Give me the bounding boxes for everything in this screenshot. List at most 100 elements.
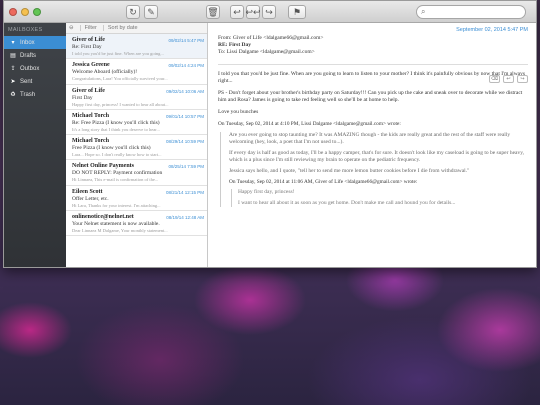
zoom-window-button[interactable] xyxy=(33,7,41,16)
quoted-message: Are you ever going to stop taunting me? … xyxy=(220,131,528,207)
sidebar-item-label: Inbox xyxy=(20,39,35,46)
sidebar-item-outbox[interactable]: ⇪ Outbox xyxy=(4,62,66,75)
drafts-icon: ▤ xyxy=(10,52,16,59)
reply-all-button[interactable]: ↩↩ xyxy=(245,5,261,19)
message-from: From: Giver of Life <ldalgame66@gmail.co… xyxy=(218,35,324,41)
toolbar: ↻ ✎ 🗑 ↩ ↩↩ ↪ ⚑ ⌕ xyxy=(4,1,536,23)
item-date: 08/25/14 7:59 PM xyxy=(168,164,204,170)
item-date: 08/19/14 12:48 AM xyxy=(166,215,204,221)
sidebar-item-label: Trash xyxy=(20,91,36,98)
list-item[interactable]: onlinenotice@nelnet.net 08/19/14 12:48 A… xyxy=(66,211,207,237)
filter-button[interactable]: Filter xyxy=(79,25,97,31)
item-subject: Re: Free Pizza (I know you'll click this… xyxy=(72,119,160,126)
quote-paragraph: Are you ever going to stop taunting me? … xyxy=(229,131,511,145)
trash-icon: ♻ xyxy=(10,91,16,98)
item-subject: Offer Letter, etc. xyxy=(72,195,109,202)
sort-button[interactable]: Sort by date xyxy=(102,25,138,31)
item-date: 09/02/14 4:24 PM xyxy=(168,63,204,69)
message-header: From: Giver of Life <ldalgame66@gmail.co… xyxy=(218,35,528,56)
list-item[interactable]: Michael Torch 08/29/14 10:59 PM Free Piz… xyxy=(66,135,207,161)
list-item[interactable]: Michael Torch 09/01/14 10:57 PM Re: Free… xyxy=(66,110,207,136)
item-preview: It's a long story that I think you deser… xyxy=(72,126,160,132)
quote-paragraph: Happy first day, princess! xyxy=(238,189,295,195)
message-body: I told you that you'd be just fine. When… xyxy=(218,71,528,207)
forward-button[interactable]: ↪ xyxy=(262,5,276,19)
compose-button[interactable]: ✎ xyxy=(144,5,158,19)
item-subject: Re: First Day xyxy=(72,44,102,50)
item-date: 09/01/14 10:57 PM xyxy=(165,113,204,119)
list-header: ⊖ Filter Sort by date xyxy=(66,23,207,34)
sidebar: MAILBOXES ▾ Inbox ▤ Drafts ⇪ Outbox ➤ Se… xyxy=(4,23,66,267)
sidebar-item-label: Sent xyxy=(20,78,33,85)
sidebar-item-drafts[interactable]: ▤ Drafts xyxy=(4,49,66,62)
item-preview: Congratulations, Lara! You officially su… xyxy=(72,76,168,82)
minimize-window-button[interactable] xyxy=(21,7,29,16)
message-actions: ⌫ ↩ ↪ xyxy=(489,75,528,83)
refresh-icon: ↻ xyxy=(129,6,137,17)
sidebar-item-inbox[interactable]: ▾ Inbox xyxy=(4,36,66,49)
quote-paragraph: Jessica says hello, and I quote, "tell h… xyxy=(229,167,470,174)
sidebar-item-trash[interactable]: ♻ Trash xyxy=(4,88,66,101)
trash-icon: 🗑 xyxy=(207,6,219,17)
window-controls xyxy=(9,7,41,16)
forward-icon: ↪ xyxy=(520,77,525,82)
item-date: 09/02/14 10:06 AM xyxy=(166,88,204,94)
item-date: 09/02/14 5:47 PM xyxy=(168,38,204,43)
item-subject: Your Nelnet statement is now available. xyxy=(72,221,160,228)
sidebar-header: MAILBOXES xyxy=(8,27,43,33)
flag-icon: ⚑ xyxy=(292,6,302,17)
get-mail-button[interactable]: ↻ xyxy=(126,5,140,19)
reply-button[interactable]: ↩ xyxy=(230,5,244,19)
quote-paragraph: If every day is half as good as today, I… xyxy=(229,149,524,163)
trash-icon: ⌫ xyxy=(490,77,499,82)
reply-message-button[interactable]: ↩ xyxy=(503,75,514,83)
item-preview: Hi Linnaea, This e-mail is confirmation … xyxy=(72,177,159,183)
list-item[interactable]: Giver of Life 09/02/14 5:47 PM Re: First… xyxy=(66,34,207,60)
message-to: To: Lissi Dalgame <ldalgame@gmail.com> xyxy=(218,49,315,55)
reply-all-icon: ↩↩ xyxy=(245,6,261,17)
item-preview: Dear Linnaea M Dalgame, Your monthly sta… xyxy=(72,228,168,234)
body-paragraph: I told you that you'd be just fine. When… xyxy=(218,71,526,84)
message-subject: RE: First Day xyxy=(218,42,251,48)
item-date: 08/29/14 10:59 PM xyxy=(165,139,204,145)
list-item[interactable]: Nelnet Online Payments 08/25/14 7:59 PM … xyxy=(66,160,207,186)
quote-paragraph: I want to hear all about it as soon as y… xyxy=(238,200,456,206)
item-preview: Hi Lara, Thanks for your interest. I'm a… xyxy=(72,202,161,208)
search-input[interactable]: ⌕ xyxy=(416,5,526,19)
sent-icon: ➤ xyxy=(10,78,16,85)
item-preview: Lara... Hope so. I don't really know how… xyxy=(72,152,162,158)
item-subject: Free Pizza (I know you'll click this) xyxy=(72,145,151,152)
item-preview: I told you you'd be just fine. When are … xyxy=(72,51,164,56)
list-item[interactable]: Eileen Scott 08/21/14 12:15 PM Offer Let… xyxy=(66,186,207,212)
item-date: 08/21/14 12:15 PM xyxy=(165,189,204,195)
outbox-icon: ⇪ xyxy=(10,65,16,72)
item-subject: First Day xyxy=(72,94,93,101)
forward-message-button[interactable]: ↪ xyxy=(517,75,528,83)
flag-button[interactable]: ⚑ xyxy=(288,5,306,19)
item-subject: Welcome Aboard (officially)! xyxy=(72,69,138,76)
body-paragraph: PS - Don't forget about your brother's b… xyxy=(218,90,523,103)
forward-icon: ↪ xyxy=(265,6,273,17)
quote-header: On Tuesday, Sep 02, 2014 at 11:06 AM, Gi… xyxy=(229,178,418,185)
nested-quote: Happy first day, princess! I want to hea… xyxy=(231,189,528,207)
list-item[interactable]: Jessica Greene 09/02/14 4:24 PM Welcome … xyxy=(66,59,207,85)
item-subject: DO NOT REPLY: Payment confirmation xyxy=(72,170,163,177)
item-preview: Happy first day, princess! I wanted to h… xyxy=(72,101,169,107)
quote-header: On Tuesday, Sep 02, 2014 at 4:10 PM, Lis… xyxy=(218,121,401,127)
message-list: ⊖ Filter Sort by date Giver of Life 09/0… xyxy=(66,23,208,267)
message-date: September 02, 2014 5:47 PM xyxy=(456,27,528,33)
body-paragraph: Love you bunches xyxy=(218,109,259,115)
sidebar-item-label: Drafts xyxy=(20,52,37,59)
filter-icon[interactable]: ⊖ xyxy=(69,25,74,31)
close-window-button[interactable] xyxy=(9,7,17,16)
header-divider xyxy=(218,64,528,65)
search-icon: ⌕ xyxy=(421,7,426,16)
reply-icon: ↩ xyxy=(233,6,241,17)
message-viewer: September 02, 2014 5:47 PM From: Giver o… xyxy=(208,23,536,267)
delete-button[interactable]: 🗑 xyxy=(206,5,220,19)
reply-icon: ↩ xyxy=(506,77,511,82)
sidebar-item-sent[interactable]: ➤ Sent xyxy=(4,75,66,88)
list-item[interactable]: Giver of Life 09/02/14 10:06 AM First Da… xyxy=(66,85,207,110)
sidebar-item-label: Outbox xyxy=(20,65,40,72)
delete-message-button[interactable]: ⌫ xyxy=(489,75,500,83)
